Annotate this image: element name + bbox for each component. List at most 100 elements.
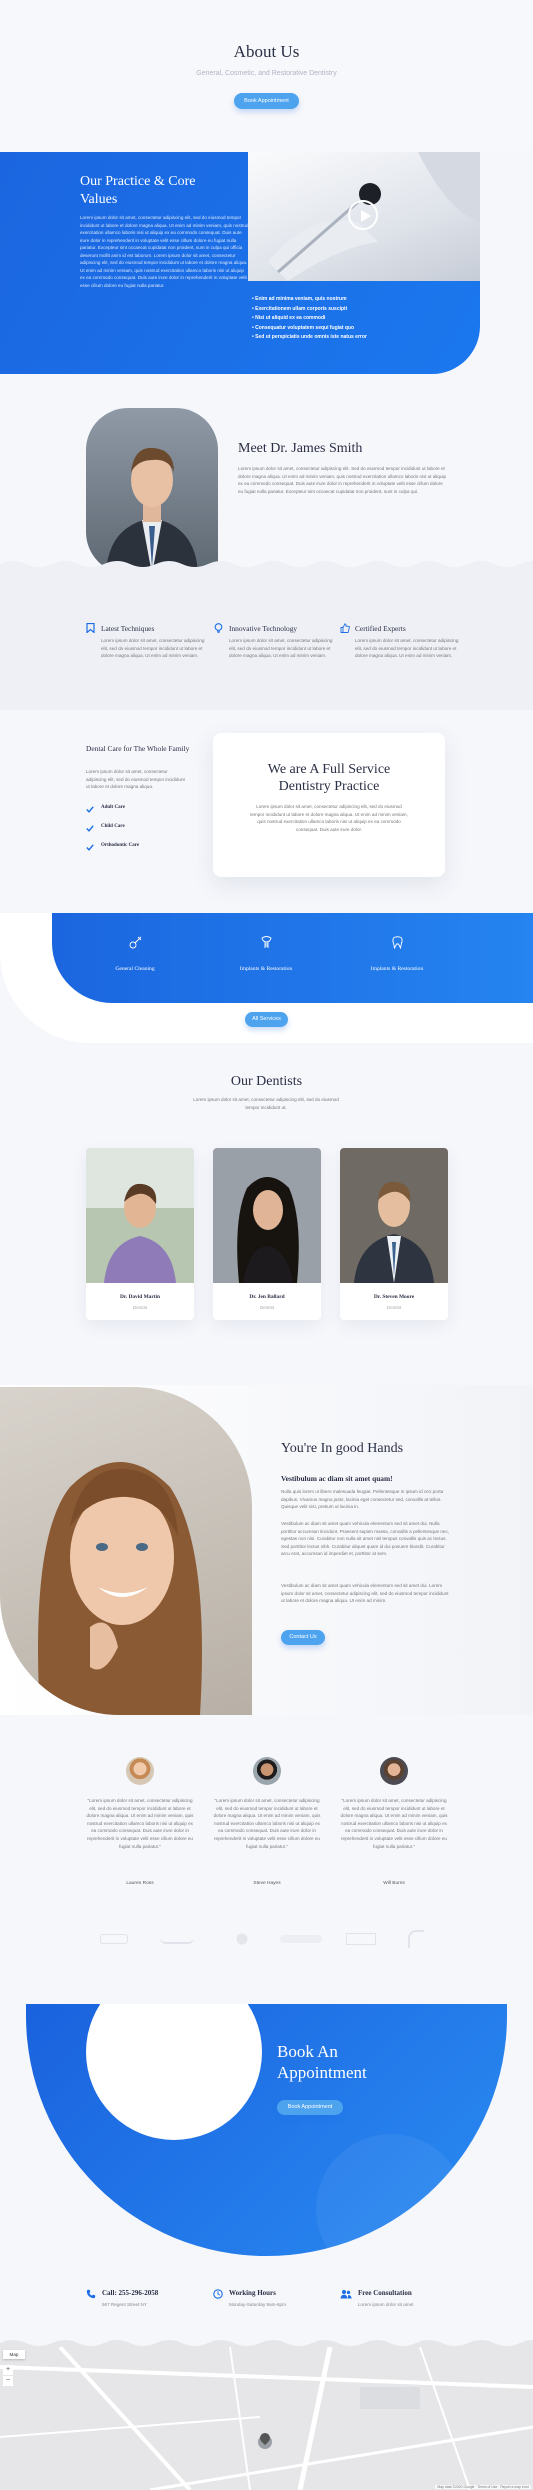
testimonial-quote: "Lorem ipsum dolor sit amet, consectetur… [86,1798,194,1849]
dentist-name: Dr. Jen Ballard [249,1294,285,1300]
partner-logo [100,1934,128,1944]
testimonial-quote: "Lorem ipsum dolor sit amet, consectetur… [213,1798,321,1849]
list-item: Child Care [86,824,186,843]
avatar [253,1757,281,1785]
service-card-title-line: We are A Full Service [267,762,391,777]
book-section [26,2004,507,2256]
bookmark-icon [86,623,95,633]
list-item: • Sed ut perspiciatis unde omnis iste na… [252,334,367,340]
zoom-in-button[interactable]: + [3,2365,13,2375]
dentist-role: Dentist [386,1305,402,1310]
doctor-portrait [86,408,218,574]
contact-sub: 567 Regent Street NY [102,2302,147,2307]
dentist-name: Dr. Steven Moore [373,1294,415,1300]
map-attribution: Map data ©2020 Google · Terms of Use · R… [435,2485,531,2489]
list-item: Adult Care [86,805,186,824]
play-video-button[interactable] [348,200,378,230]
feature-title: Certified Experts [355,624,406,633]
contact-sub: Lorem ipsum dolor sit amet [358,2302,414,2307]
service-card-title: We are A Full Service Dentistry Practice [213,761,445,795]
book-title: Book An Appointment [277,2041,367,2083]
avatar [126,1757,154,1785]
dentist-photo [340,1148,448,1283]
zoom-out-button[interactable]: − [3,2376,13,2386]
clock-icon [213,2289,223,2299]
service-item[interactable]: Implants & Restoration [357,936,437,976]
implant-icon [261,936,272,948]
contact-title[interactable]: Call: 255-296-2058 [102,2289,158,2297]
hands-paragraph: Vestibulum ac diam sit amet quam vehicul… [281,1521,450,1557]
testimonial-quote: "Lorem ipsum dolor sit amet, consectetur… [340,1798,448,1849]
partner-logo [408,1930,424,1948]
service-card-title-line: Dentistry Practice [278,779,380,794]
phone-icon [86,2289,96,2299]
hands-paragraph: Nulla quis lorem ut libero malesuada feu… [281,1489,444,1510]
care-title: Dental Care for The Whole Family [86,744,190,753]
dentist-name: Dr. David Martin [119,1294,161,1300]
book-appointment-button[interactable]: Book Appointment [277,2100,343,2115]
dentists-title: Our Dentists [230,1074,303,1089]
map-embed[interactable]: Map + − Map data ©2020 Google · Terms of… [0,2347,533,2490]
check-icon [86,806,94,813]
map-type-control[interactable]: Map [3,2350,25,2359]
feature-title: Latest Techniques [101,624,155,633]
wave-divider [0,561,533,570]
list-item: • Consequatur voluptatem sequi fugiat qu… [252,324,355,331]
service-item[interactable]: General Cleaning [95,936,175,976]
list-item: Orthodontic Care [86,843,186,862]
list-item: • Enim ad minima veniam, quis nostrum [252,296,347,302]
woman-portrait [0,1387,252,1715]
map-roads [0,2347,533,2490]
care-item-label: Orthodontic Care [101,843,140,848]
dentist-card[interactable]: Dr. Steven Moore Dentist [340,1148,448,1320]
dentist-card[interactable]: Dr. Jen Ballard Dentist [213,1148,321,1320]
dentist-photo [213,1148,321,1283]
dentists-subtitle: Lorem ipsum dolor sit amet, consectetur … [193,1097,339,1110]
service-label: General Cleaning [115,966,155,972]
toothbrush-icon [129,936,142,949]
dentist-photo [86,1148,194,1283]
care-item-label: Adult Care [101,805,125,810]
list-item: • Exercitationem ullam corporis suscipit [252,305,348,312]
page-title: About Us [233,42,300,61]
dentist-role: Dentist [132,1305,148,1310]
service-label: Implants & Restoration [239,966,293,972]
all-services-button[interactable]: All Services [245,1012,288,1027]
contact-sub: Monday-Saturday 9am-6pm [229,2302,286,2307]
care-list: Adult Care Child Care Orthodontic Care [86,805,186,862]
hero-section: About Us General, Cosmetic, and Restorat… [0,0,533,150]
contact-title: Working Hours [229,2289,276,2297]
testimonial-name: Lauren Ross [126,1881,154,1886]
users-icon [340,2290,352,2299]
play-icon [361,210,371,222]
feature-title: Innovative Technology [229,624,298,633]
contact-us-button[interactable]: Contact Us [281,1630,325,1645]
dentist-card[interactable]: Dr. David Martin Dentist [86,1148,194,1320]
doctor-photo [106,447,198,574]
values-bullet-list: • Enim ad minima veniam, quis nostrum • … [252,295,452,343]
feature-text: Lorem ipsum dolor sit amet, consectetur … [355,638,459,659]
partner-logo [280,1935,322,1943]
partner-logo [346,1933,376,1945]
values-title-line: Values [80,192,118,207]
check-icon [86,825,94,832]
service-card-text: Lorem ipsum dolor sit amet, consectetur … [250,804,408,832]
testimonial-name: Will Burns [383,1881,405,1886]
book-title-line: Appointment [277,2063,367,2082]
hero-book-button[interactable]: Book Appointment [234,93,299,109]
hero-subtitle: General, Cosmetic, and Restorative Denti… [196,70,337,77]
book-decor-circle [86,2004,262,2140]
contact-title: Free Consultation [358,2289,412,2297]
service-item[interactable]: Implants & Restoration [226,936,306,976]
service-card: We are A Full Service Dentistry Practice… [213,733,445,877]
partner-logos [90,1930,440,1950]
book-title-line: Book An [277,2042,338,2061]
dental-photo [248,152,480,281]
avatar [380,1757,408,1785]
hands-title: You're In good Hands [281,1441,404,1456]
testimonial-name: Steve Hayes [253,1881,281,1886]
book-decor-ring [316,2134,466,2256]
care-text: Lorem ipsum dolor sit amet, consectetur … [86,769,185,790]
partner-logo [160,1934,194,1944]
hands-paragraph: Vestibulum ac diam sit amet quam vehicul… [281,1583,449,1604]
